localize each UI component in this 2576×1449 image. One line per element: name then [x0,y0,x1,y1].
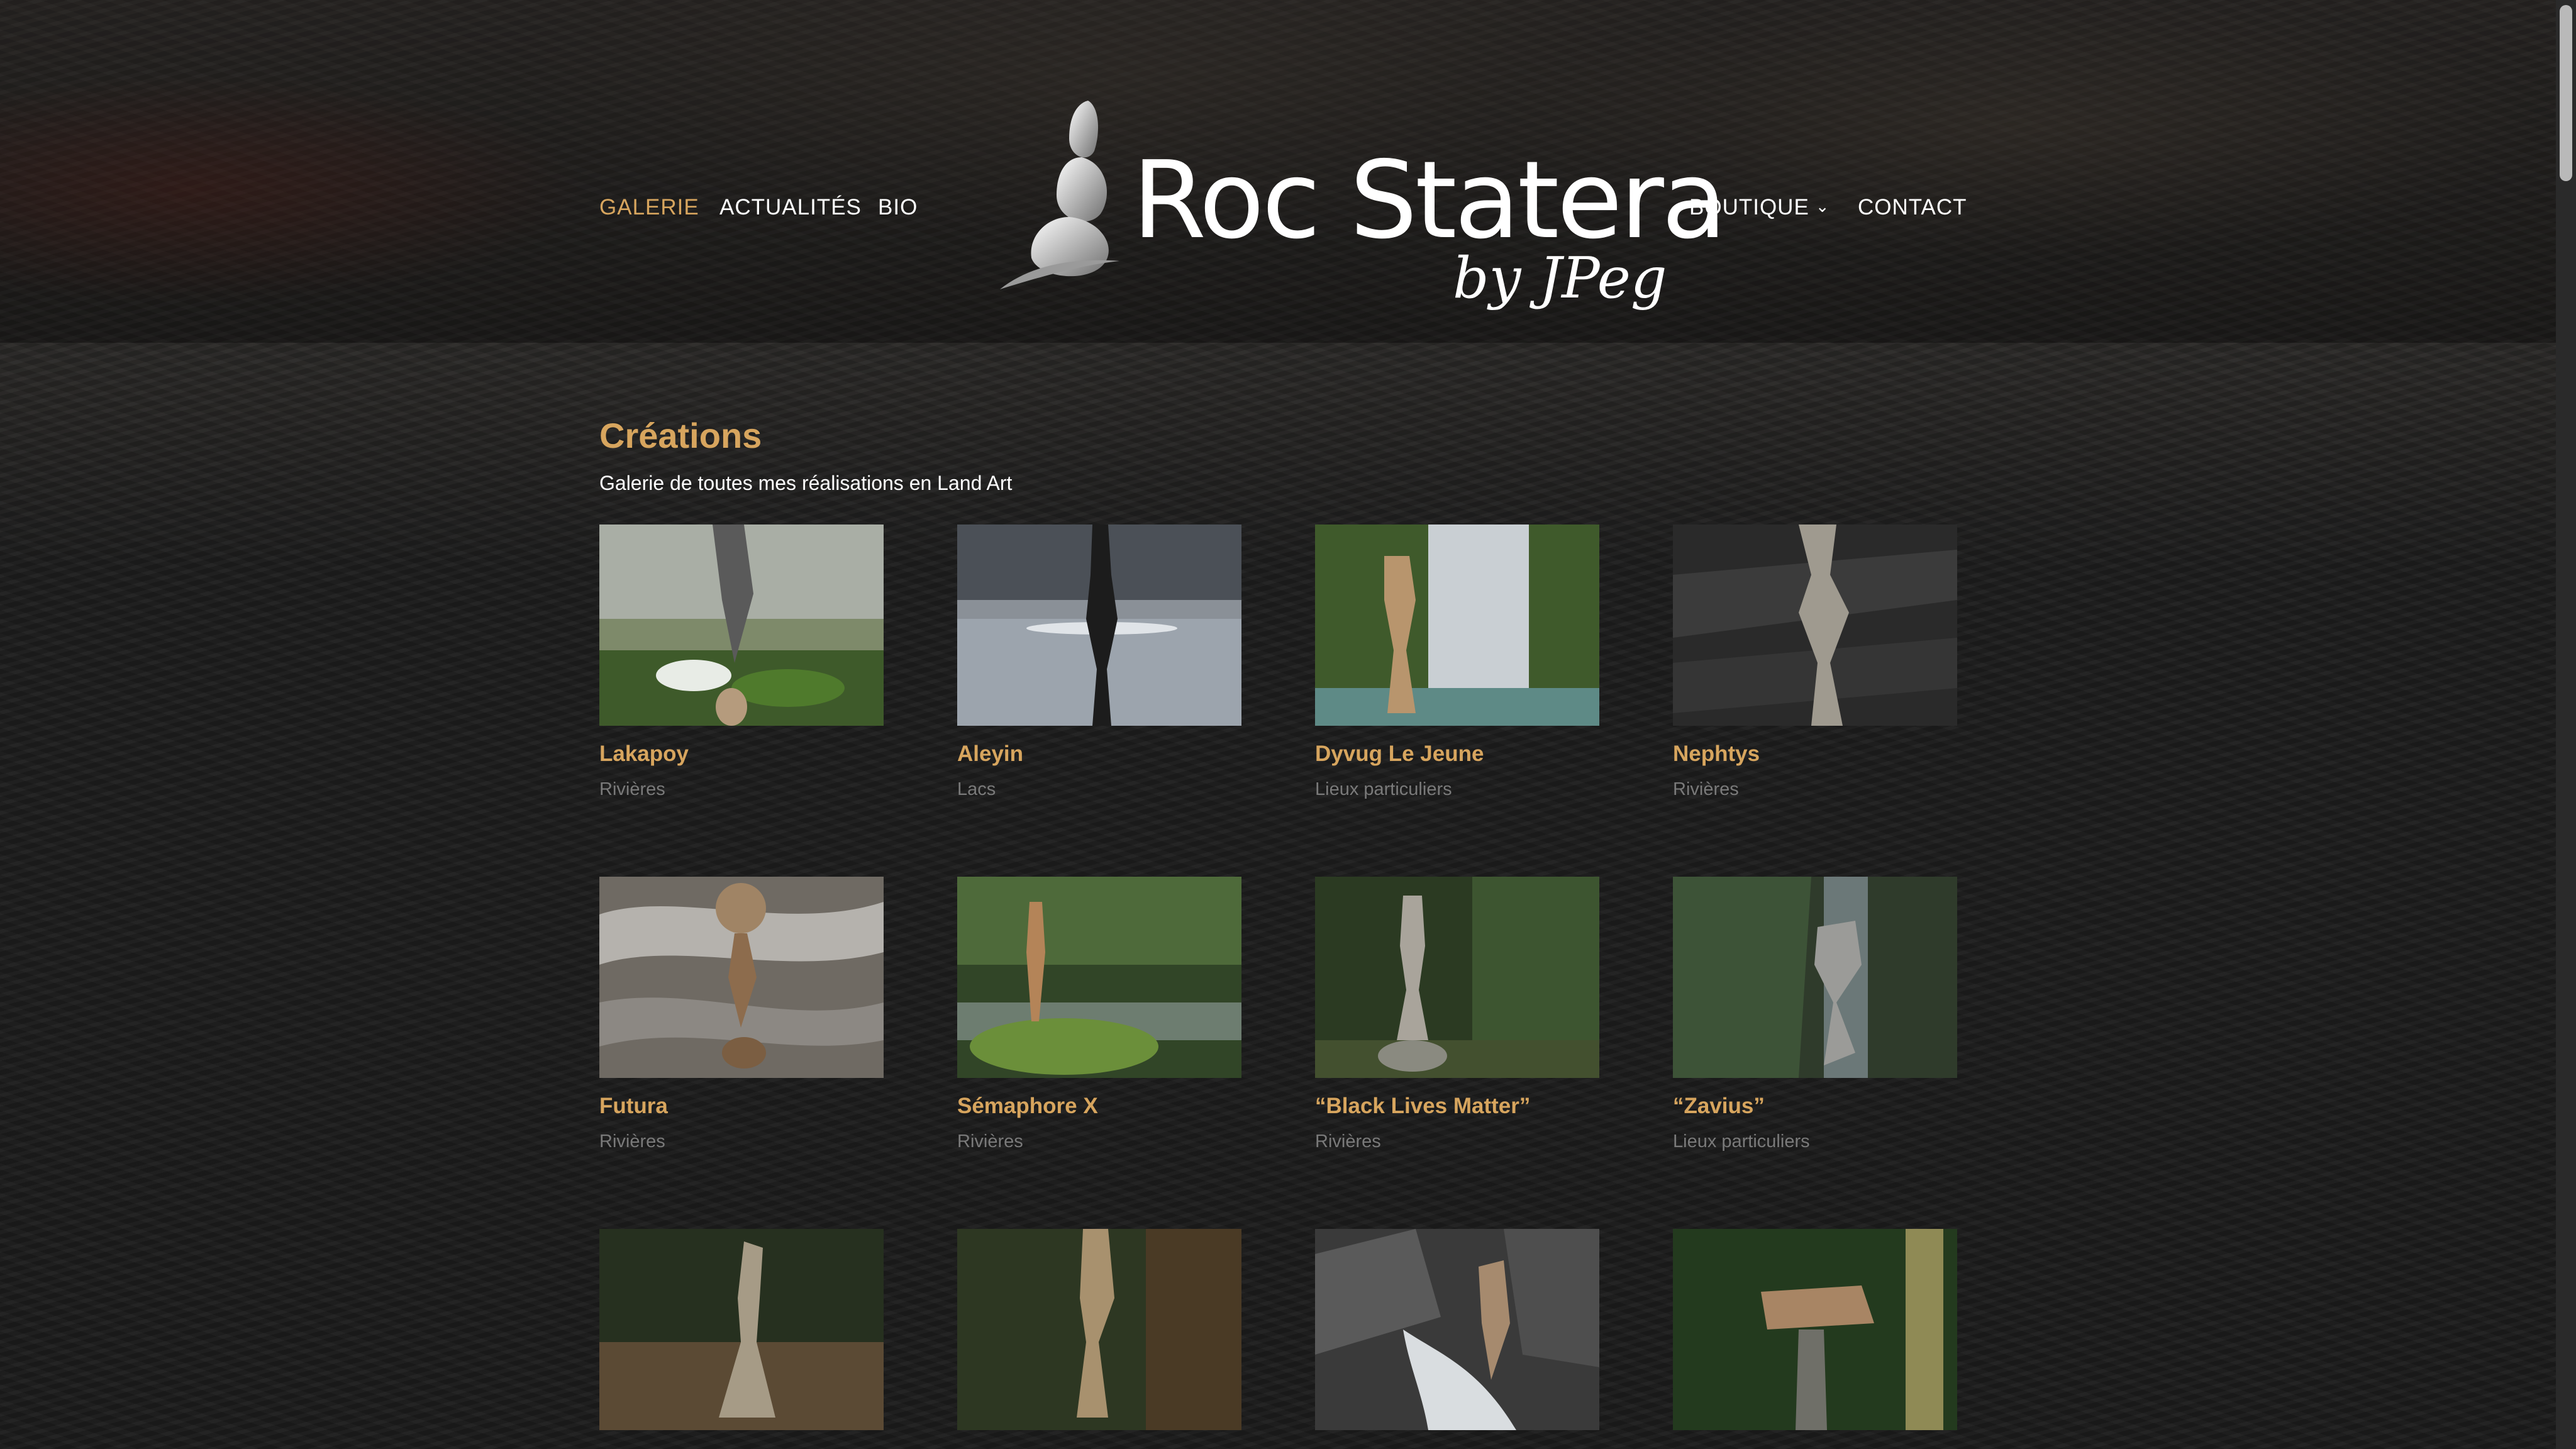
gallery-item-title[interactable]: Dyvug Le Jeune [1315,741,1484,767]
nav-actualites[interactable]: ACTUALITÉS [719,195,862,220]
gallery-item-title[interactable]: Aleyin [957,741,1023,767]
gallery-item-title[interactable]: Lakapoy [599,741,689,767]
gallery-item[interactable]: Sémaphore X Rivières [957,877,1241,1152]
gallery-item-category[interactable]: Rivières [957,1131,1023,1152]
gallery-thumbnail[interactable] [957,877,1241,1078]
gallery-thumbnail[interactable] [957,1229,1241,1430]
gallery-item[interactable]: Nephtys Rivières [1673,525,1957,799]
gallery-item-category[interactable]: Rivières [1673,779,1739,800]
nav-boutique-label: BOUTIQUE [1689,195,1809,219]
gallery-item-title[interactable]: “Black Lives Matter” [1315,1094,1530,1119]
gallery-item[interactable]: Dyvug Le Jeune Lieux particuliers [1315,525,1599,799]
gallery-item-title[interactable]: Sémaphore X [957,1094,1098,1119]
gallery-item-category[interactable]: Rivières [1315,1131,1381,1152]
gallery-item[interactable] [599,1229,884,1430]
scrollbar[interactable] [2556,0,2576,1449]
nav-boutique[interactable]: BOUTIQUE ⌄ [1689,195,1830,220]
gallery-thumbnail[interactable] [1315,1229,1599,1430]
nav-contact[interactable]: CONTACT [1858,195,1967,220]
chevron-down-icon: ⌄ [1815,197,1830,216]
gallery-item-title[interactable]: Nephtys [1673,741,1760,767]
gallery-item-title[interactable]: Futura [599,1094,668,1119]
gallery-item[interactable] [1673,1229,1957,1430]
logo-title: Roc Statera [1132,138,1727,263]
gallery-item[interactable]: Futura Rivières [599,877,884,1152]
gallery-item-category[interactable]: Lieux particuliers [1315,779,1452,800]
gallery-thumbnail[interactable] [599,1229,884,1430]
gallery-thumbnail[interactable] [599,525,884,726]
gallery-thumbnail[interactable] [957,525,1241,726]
gallery-thumbnail[interactable] [1315,525,1599,726]
gallery-item[interactable]: “Zavius” Lieux particuliers [1673,877,1957,1152]
gallery-thumbnail[interactable] [599,877,884,1078]
site-logo[interactable]: Roc Statera by JPeg [994,94,1727,327]
gallery-item[interactable] [957,1229,1241,1430]
scrollbar-thumb[interactable] [2560,5,2572,181]
page-title: Créations [599,416,762,455]
gallery-thumbnail[interactable] [1315,877,1599,1078]
gallery-thumbnail[interactable] [1673,525,1957,726]
gallery-item-category[interactable]: Rivières [599,1131,665,1152]
gallery-item-title[interactable]: “Zavius” [1673,1094,1765,1119]
gallery-item[interactable] [1315,1229,1599,1430]
gallery-item[interactable]: Lakapoy Rivières [599,525,884,799]
gallery-thumbnail[interactable] [1673,877,1957,1078]
gallery-item[interactable]: Aleyin Lacs [957,525,1241,799]
gallery-item-category[interactable]: Lieux particuliers [1673,1131,1810,1152]
nav-bio[interactable]: BIO [878,195,918,220]
gallery-item[interactable]: “Black Lives Matter” Rivières [1315,877,1599,1152]
gallery-item-category[interactable]: Lacs [957,779,996,800]
stone-stack-logo-icon [1000,101,1119,289]
nav-galerie[interactable]: GALERIE [599,195,699,220]
page-subtitle: Galerie de toutes mes réalisations en La… [599,472,1013,494]
gallery-thumbnail[interactable] [1673,1229,1957,1430]
gallery-item-category[interactable]: Rivières [599,779,665,800]
logo-subtitle: by JPeg [1453,245,1667,311]
